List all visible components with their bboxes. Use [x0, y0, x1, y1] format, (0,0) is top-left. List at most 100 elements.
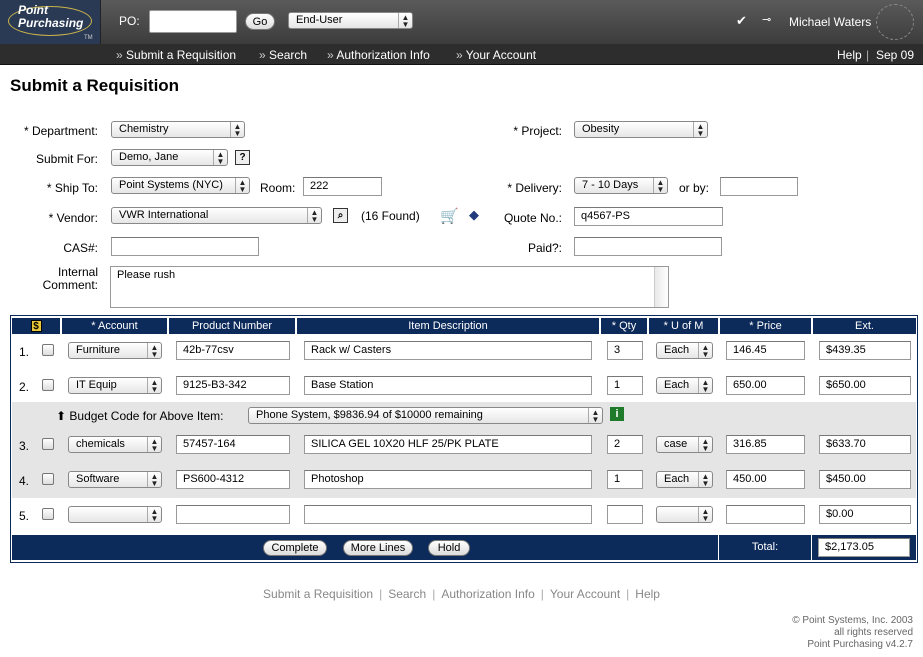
row-checkbox[interactable]	[42, 379, 54, 391]
vendor-select[interactable]: VWR International ▲ ▼	[111, 207, 322, 224]
project-value: Obesity	[582, 123, 620, 135]
catalog-book-icon[interactable]: ◆	[469, 207, 479, 223]
nav-search[interactable]: » Search	[259, 48, 307, 62]
footer-link-authorization-info[interactable]: Authorization Info	[441, 587, 534, 601]
header-item-description[interactable]: Item Description	[297, 318, 599, 334]
vendor-search-icon[interactable]: ⌕	[333, 208, 348, 223]
footer-link-submit-requisition[interactable]: Submit a Requisition	[263, 587, 373, 601]
info-icon[interactable]: i	[610, 407, 624, 421]
textarea-scrollbar[interactable]	[654, 267, 668, 307]
department-select[interactable]: Chemistry ▲ ▼	[111, 121, 245, 138]
row-product-input[interactable]	[176, 505, 290, 524]
ship-to-select[interactable]: Point Systems (NYC) ▲ ▼	[111, 177, 250, 194]
corner-seal-icon	[876, 4, 914, 40]
help-icon[interactable]: ?	[235, 150, 250, 165]
po-input[interactable]	[149, 10, 237, 33]
row-description-input[interactable]: SILICA GEL 10X20 HLF 25/PK PLATE	[304, 435, 592, 454]
row-checkbox[interactable]	[42, 438, 54, 450]
dollar-icon[interactable]: $	[30, 320, 42, 332]
nav-authorization-info[interactable]: » Authorization Info	[327, 48, 430, 62]
header-uom[interactable]: * U of M	[649, 318, 718, 334]
footer-link-help[interactable]: Help	[635, 587, 660, 601]
select-arrows-icon: ▲ ▼	[147, 343, 161, 358]
nav-help[interactable]: Help	[837, 48, 862, 62]
complete-button[interactable]: Complete	[263, 540, 327, 556]
nav-your-account[interactable]: » Your Account	[456, 48, 536, 62]
row-description-input[interactable]: Base Station	[304, 376, 592, 395]
footer-links: Submit a Requisition | Search | Authorizatio…	[0, 587, 923, 601]
budget-code-select[interactable]: Phone System, $9836.94 of $10000 remaini…	[248, 407, 603, 424]
row-description-input[interactable]: Photoshop	[304, 470, 592, 489]
row-checkbox[interactable]	[42, 508, 54, 520]
row-qty-input[interactable]	[607, 505, 643, 524]
header-account[interactable]: * Account	[62, 318, 167, 334]
header-qty[interactable]: * Qty	[601, 318, 647, 334]
checkmark-icon[interactable]: ✔	[736, 13, 747, 29]
cas-input[interactable]	[111, 237, 259, 256]
submit-for-select[interactable]: Demo, Jane ▲ ▼	[111, 149, 228, 166]
table-row: 5. ▲ ▼ ▲ ▼ $0.00	[12, 498, 916, 533]
project-select[interactable]: Obesity ▲ ▼	[574, 121, 708, 138]
row-description-input[interactable]	[304, 505, 592, 524]
key-icon[interactable]: ⊸	[762, 13, 771, 26]
quote-number-input[interactable]: q4567-PS	[574, 207, 723, 226]
row-uom-select[interactable]: Each ▲ ▼	[656, 377, 713, 394]
nav-submit-requisition[interactable]: » Submit a Requisition	[116, 48, 236, 62]
or-by-label: or by:	[679, 181, 710, 195]
row-qty-input[interactable]: 1	[607, 376, 643, 395]
row-uom-value: Each	[664, 344, 690, 356]
row-price-input[interactable]: 650.00	[726, 376, 805, 395]
row-qty-input[interactable]: 1	[607, 470, 643, 489]
row-qty-input[interactable]: 3	[607, 341, 643, 360]
hold-button[interactable]: Hold	[428, 540, 470, 556]
row-product-input[interactable]: PS600-4312	[176, 470, 290, 489]
row-account-select[interactable]: Software ▲ ▼	[68, 471, 162, 488]
row-uom-select[interactable]: Each ▲ ▼	[656, 342, 713, 359]
row-checkbox[interactable]	[42, 344, 54, 356]
row-price-input[interactable]	[726, 505, 805, 524]
or-by-date-input[interactable]	[720, 177, 798, 196]
nav-bullet-icon: »	[259, 48, 270, 62]
row-account-select[interactable]: ▲ ▼	[68, 506, 162, 523]
footer-separator: |	[626, 587, 630, 601]
role-select[interactable]: End-User ▲ ▼	[288, 12, 413, 29]
table-row: 4. Software ▲ ▼ PS600-4312 Photoshop 1 Eac…	[12, 463, 916, 498]
cart-icon[interactable]: 🛒	[440, 207, 459, 225]
header-product-number[interactable]: Product Number	[169, 318, 295, 334]
header-price[interactable]: * Price	[720, 318, 811, 334]
row-account-select[interactable]: chemicals ▲ ▼	[68, 436, 162, 453]
row-account-select[interactable]: Furniture ▲ ▼	[68, 342, 162, 359]
internal-comment-textarea[interactable]: Please rush	[110, 266, 669, 308]
row-product-input[interactable]: 9125-B3-342	[176, 376, 290, 395]
header-ext[interactable]: Ext.	[813, 318, 916, 334]
footer-link-your-account[interactable]: Your Account	[550, 587, 620, 601]
row-qty-input[interactable]: 2	[607, 435, 643, 454]
select-arrows-icon: ▲ ▼	[230, 122, 244, 137]
row-product-input[interactable]: 42b-77csv	[176, 341, 290, 360]
vendor-found-count: (16 Found)	[361, 209, 420, 223]
row-uom-select[interactable]: Each ▲ ▼	[656, 471, 713, 488]
go-button[interactable]: Go	[245, 13, 275, 30]
more-lines-button[interactable]: More Lines	[343, 540, 413, 556]
select-arrows-icon: ▲ ▼	[698, 343, 712, 358]
row-product-input[interactable]: 57457-164	[176, 435, 290, 454]
room-input[interactable]: 222	[303, 177, 382, 196]
delivery-label: * Delivery:	[507, 181, 562, 195]
department-label: * Department:	[23, 124, 98, 138]
vendor-label: * Vendor:	[48, 211, 98, 225]
select-arrows-icon: ▲ ▼	[147, 472, 161, 487]
ship-to-label: * Ship To:	[46, 181, 98, 195]
row-uom-select[interactable]: ▲ ▼	[656, 506, 713, 523]
point-purchasing-logo[interactable]: Point Purchasing TM	[0, 0, 101, 44]
footer-link-search[interactable]: Search	[388, 587, 426, 601]
paid-input[interactable]	[574, 237, 722, 256]
delivery-select[interactable]: 7 - 10 Days ▲ ▼	[574, 177, 668, 194]
row-account-select[interactable]: IT Equip ▲ ▼	[68, 377, 162, 394]
row-checkbox[interactable]	[42, 473, 54, 485]
row-uom-select[interactable]: case ▲ ▼	[656, 436, 713, 453]
row-price-input[interactable]: 146.45	[726, 341, 805, 360]
nav-submit-requisition-label: Submit a Requisition	[126, 48, 237, 62]
row-description-input[interactable]: Rack w/ Casters	[304, 341, 592, 360]
row-price-input[interactable]: 316.85	[726, 435, 805, 454]
row-price-input[interactable]: 450.00	[726, 470, 805, 489]
